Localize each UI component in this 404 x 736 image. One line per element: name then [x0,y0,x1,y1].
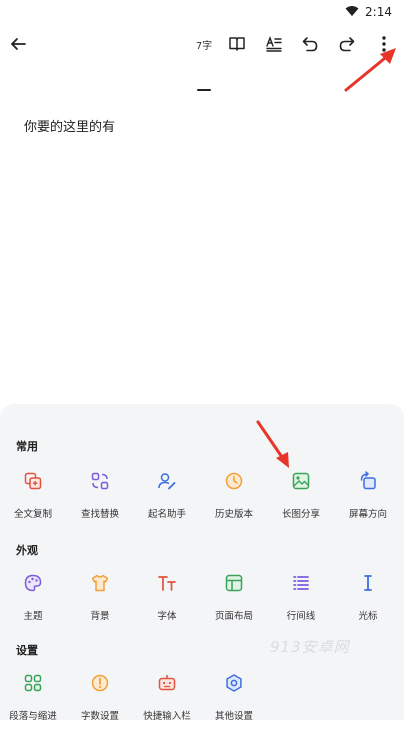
redo-button[interactable] [333,26,361,62]
cursor-button[interactable]: 光标 [335,572,401,622]
redo-icon [339,37,355,52]
section-title-settings: 设置 [16,644,38,657]
status-time: 2:14 [365,5,392,19]
rotate-screen-icon [357,470,379,492]
wifi-icon [345,5,359,20]
text-format-icon [266,36,282,52]
section-title-common: 常用 [16,440,38,453]
undo-button[interactable] [296,26,324,62]
status-bar: 2:14 [0,0,404,24]
title-placeholder-line[interactable] [197,89,211,91]
theme-button[interactable]: 主题 [0,572,66,622]
theme-label: 主题 [23,611,43,622]
history-button[interactable]: 历史版本 [201,470,267,520]
find-replace-label: 查找替换 [80,509,119,520]
palette-icon [22,572,44,594]
more-menu-button[interactable] [370,26,398,62]
watermark: 913安卓网 [270,638,350,656]
image-share-icon [290,470,312,492]
cursor-icon [357,572,379,594]
shirt-icon [89,572,111,594]
word-count-setting-button[interactable]: 字数设置 [67,672,133,722]
naming-assistant-icon [156,470,178,492]
background-label: 背景 [90,611,110,622]
more-vertical-icon [382,36,386,52]
image-share-button[interactable]: 长图分享 [268,470,334,520]
copy-all-icon [22,470,44,492]
find-replace-icon [89,470,111,492]
appearance-options-row: 主题 背景 字体 页面布局 行间线 光标 [0,572,404,636]
paragraph-indent-button[interactable]: 段落与缩进 [0,672,66,722]
word-count-label: 7字 [195,40,213,52]
line-spacing-button[interactable]: 行间线 [268,572,334,622]
line-spacing-label: 行间线 [286,611,316,622]
more-options-sheet: 常用 全文复制 查找替换 起名助手 历史版本 长图分享 屏幕方向 外观 主题 背… [0,404,404,722]
word-count-button[interactable]: 7字 [190,26,218,62]
arrow-left-icon [11,38,26,50]
line-spacing-icon [290,572,312,594]
quick-input-bar-button[interactable]: 快捷输入栏 [134,672,200,722]
find-replace-button[interactable]: 查找替换 [67,470,133,520]
rotate-screen-label: 屏幕方向 [348,509,387,520]
layout-icon [223,572,245,594]
book-icon [229,37,245,51]
history-icon [223,470,245,492]
copy-all-label: 全文复制 [13,509,52,520]
history-label: 历史版本 [214,509,253,520]
cursor-label: 光标 [358,611,378,622]
other-settings-button[interactable]: 其他设置 [201,672,267,722]
image-share-label: 长图分享 [281,509,320,520]
background-button[interactable]: 背景 [67,572,133,622]
page-layout-button[interactable]: 页面布局 [201,572,267,622]
font-button[interactable]: 字体 [134,572,200,622]
naming-assistant-button[interactable]: 起名助手 [134,470,200,520]
quick-input-bar-icon [156,672,178,694]
word-count-setting-icon [89,672,111,694]
back-button[interactable] [4,26,32,62]
page-layout-label: 页面布局 [214,611,253,622]
gear-icon [223,672,245,694]
font-icon [156,572,178,594]
document-body-text[interactable]: 你要的这里的有 [24,116,115,135]
font-label: 字体 [157,611,177,622]
reading-mode-button[interactable] [223,26,251,62]
section-title-appearance: 外观 [16,544,38,557]
text-format-button[interactable] [260,26,288,62]
settings-options-row: 段落与缩进 字数设置 快捷输入栏 其他设置 [0,672,404,736]
paragraph-indent-icon [22,672,44,694]
undo-icon [302,37,318,52]
common-options-row: 全文复制 查找替换 起名助手 历史版本 长图分享 屏幕方向 [0,470,404,534]
copy-all-button[interactable]: 全文复制 [0,470,66,520]
editor-toolbar: 7字 [0,26,404,62]
rotate-screen-button[interactable]: 屏幕方向 [335,470,401,520]
naming-assistant-label: 起名助手 [147,509,186,520]
